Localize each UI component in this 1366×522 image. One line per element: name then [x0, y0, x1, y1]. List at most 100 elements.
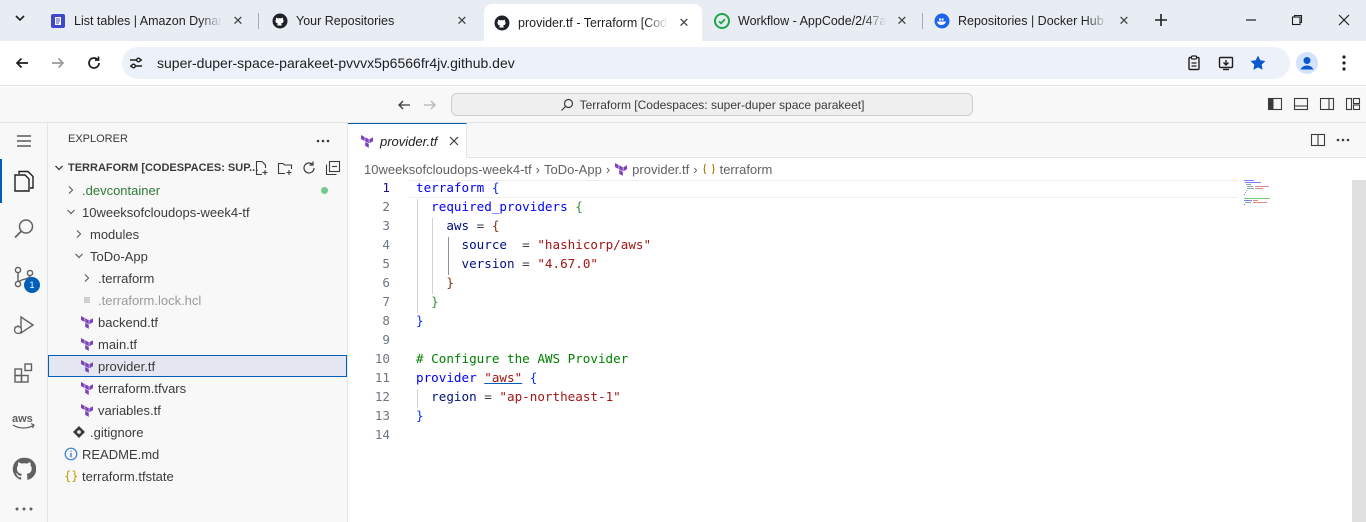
tree-item-label: 10weeksofcloudops-week4-tf: [82, 204, 250, 220]
layout-sidebar-right-icon: [1319, 97, 1335, 111]
line-number: 2: [382, 199, 390, 214]
code-brace: {: [575, 199, 583, 214]
tree-item-terraform[interactable]: .terraform: [48, 267, 347, 289]
minimap[interactable]: [1240, 180, 1352, 240]
customize-layout-button[interactable]: [1345, 96, 1361, 112]
profile-button[interactable]: [1291, 47, 1323, 79]
activity-github[interactable]: [0, 445, 48, 493]
code-line-11[interactable]: provider "aws" {: [416, 370, 537, 385]
activity-explorer[interactable]: [0, 157, 48, 205]
tree-item-readme-md[interactable]: README.md: [48, 443, 347, 465]
explorer-more-actions[interactable]: [316, 139, 330, 143]
collapse-folders-button[interactable]: [325, 160, 341, 176]
code-line-3[interactable]: aws = {: [416, 218, 499, 233]
clipboard-icon: [1188, 55, 1200, 71]
code-line-2[interactable]: required_providers {: [416, 199, 583, 214]
toggle-secondary-sidebar-button[interactable]: [1319, 96, 1335, 112]
code-line-6[interactable]: }: [416, 275, 454, 290]
code-line-1[interactable]: terraform {: [416, 180, 499, 195]
code-brace: }: [416, 313, 424, 328]
activity-source-control[interactable]: [0, 253, 48, 301]
close-icon[interactable]: [449, 136, 459, 146]
split-editor-button[interactable]: [1310, 132, 1326, 148]
code-comment: # Configure the AWS Provider: [416, 351, 629, 366]
browser-tab-dynamodb[interactable]: List tables | Amazon DynamoDB ✕: [40, 6, 256, 35]
tree-item-devcontainer[interactable]: .devcontainer: [48, 179, 347, 201]
browser-tab-workflow[interactable]: Workflow - AppCode/2/47a7 ✕: [704, 6, 920, 35]
forward-button[interactable]: [42, 47, 74, 79]
site-info-icon[interactable]: [128, 55, 144, 71]
new-folder-button[interactable]: [277, 160, 293, 176]
code-brace: }: [416, 408, 424, 423]
code-line-10[interactable]: # Configure the AWS Provider: [416, 351, 628, 366]
code-line-4[interactable]: source = "hashicorp/aws": [416, 237, 652, 252]
tree-item-terraform-tfstate[interactable]: {} terraform.tfstate: [48, 465, 347, 487]
close-icon[interactable]: ✕: [676, 15, 692, 31]
code-line-12[interactable]: region = "ap-northeast-1": [416, 389, 621, 404]
tree-item-terraform-lock-hcl[interactable]: ≡ .terraform.lock.hcl: [48, 289, 347, 311]
breadcrumb: 10weeksofcloudops-week4-tf › ToDo-App › …: [364, 160, 772, 178]
more-horizontal-icon: [316, 139, 330, 143]
back-button[interactable]: [6, 47, 38, 79]
reload-button[interactable]: [78, 47, 110, 79]
browser-tab-docker-hub[interactable]: Repositories | Docker Hub ✕: [924, 6, 1142, 35]
browser-tab-provider-tf[interactable]: provider.tf - Terraform [Codespaces] ✕: [484, 4, 702, 41]
tree-item-main-tf[interactable]: main.tf: [48, 333, 347, 355]
toggle-primary-sidebar-button[interactable]: [1267, 96, 1283, 112]
editor-tab-provider-tf[interactable]: provider.tf: [348, 123, 467, 158]
breadcrumb-item[interactable]: ToDo-App: [544, 162, 602, 177]
breadcrumb-item[interactable]: 10weeksofcloudops-week4-tf: [364, 162, 532, 177]
tree-item-gitignore[interactable]: .gitignore: [48, 421, 347, 443]
toggle-panel-button[interactable]: [1293, 96, 1309, 112]
hamburger-menu-icon: [17, 135, 31, 147]
code-line-8[interactable]: }: [416, 313, 424, 328]
tree-item-variables-tf[interactable]: variables.tf: [48, 399, 347, 421]
close-window-button[interactable]: [1324, 8, 1364, 32]
code-line-7[interactable]: }: [416, 294, 439, 309]
new-tab-button[interactable]: [1145, 4, 1177, 36]
code-line-5[interactable]: version = "4.67.0": [416, 256, 599, 271]
close-icon[interactable]: ✕: [230, 13, 246, 29]
url-text[interactable]: super-duper-space-parakeet-pvvvx5p6566fr…: [157, 55, 515, 71]
tree-item-provider-tf[interactable]: provider.tf: [48, 355, 347, 377]
clipboard-button[interactable]: [1178, 47, 1210, 79]
breadcrumb-item[interactable]: terraform: [720, 162, 773, 177]
code-identifier: source: [461, 237, 508, 252]
close-icon[interactable]: ✕: [894, 13, 910, 29]
command-center[interactable]: Terraform [Codespaces: super-duper space…: [451, 93, 973, 116]
tree-item-modules[interactable]: modules: [48, 223, 347, 245]
activity-aws[interactable]: aws: [0, 397, 48, 445]
new-file-button[interactable]: [253, 160, 269, 176]
activity-search[interactable]: [0, 205, 48, 253]
activity-extensions[interactable]: [0, 349, 48, 397]
menu-button[interactable]: [0, 123, 48, 159]
minimize-button[interactable]: [1231, 8, 1271, 32]
nav-back-button[interactable]: [396, 97, 412, 113]
activity-more[interactable]: [0, 496, 48, 522]
browser-tab-repositories[interactable]: Your Repositories ✕: [262, 6, 480, 35]
chevron-right-icon: ›: [693, 161, 698, 177]
editor-scrollbar[interactable]: [1352, 180, 1366, 522]
tree-item-terraform-tfvars[interactable]: terraform.tfvars: [48, 377, 347, 399]
install-app-button[interactable]: [1210, 47, 1242, 79]
restore-button[interactable]: [1277, 8, 1317, 32]
tree-item-backend-tf[interactable]: backend.tf: [48, 311, 347, 333]
arrow-left-icon: [398, 100, 410, 110]
tree-item-todo-app[interactable]: ToDo-App: [48, 245, 347, 267]
breadcrumb-item[interactable]: provider.tf: [632, 162, 689, 177]
editor-more-actions[interactable]: [1336, 138, 1350, 142]
close-icon[interactable]: ✕: [454, 13, 470, 29]
chevron-right-icon: [80, 271, 94, 285]
terraform-icon: [361, 135, 373, 148]
code-line-13[interactable]: }: [416, 408, 424, 423]
tab-title: Workflow - AppCode/2/47a7: [738, 13, 886, 28]
refresh-explorer-button[interactable]: [301, 160, 317, 176]
close-icon[interactable]: ✕: [1116, 13, 1132, 29]
tab-search-button[interactable]: [6, 4, 34, 32]
browser-menu-button[interactable]: [1328, 47, 1360, 79]
bookmark-button[interactable]: [1242, 47, 1274, 79]
activity-run-debug[interactable]: [0, 301, 48, 349]
tree-item-label: modules: [90, 226, 140, 242]
nav-forward-button[interactable]: [422, 97, 438, 113]
tree-item-10weeksofcloudops-week4-tf[interactable]: 10weeksofcloudops-week4-tf: [48, 201, 347, 223]
